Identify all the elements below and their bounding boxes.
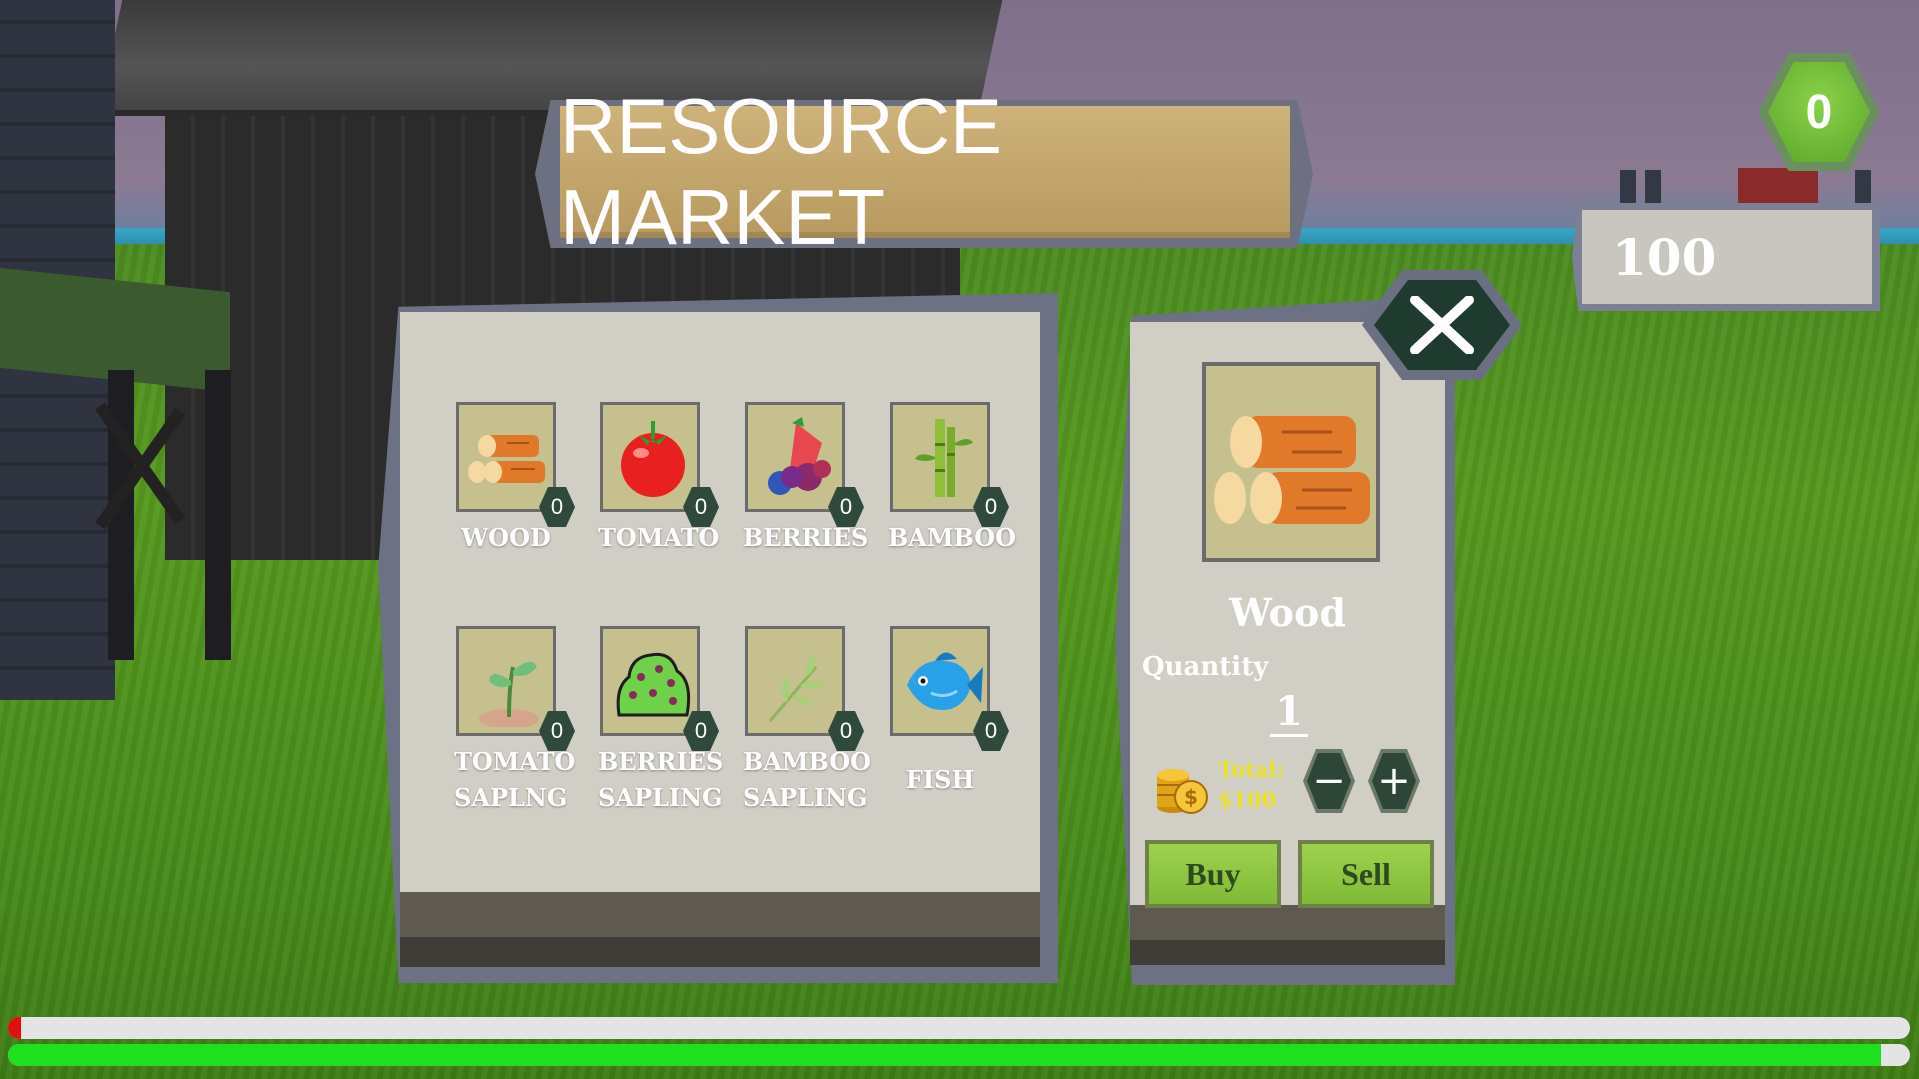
total-price: Total: $100 (1218, 757, 1285, 812)
item-tile[interactable]: 0 (600, 626, 719, 751)
page-title: RESOURCE MARKET (560, 82, 1003, 261)
fish-icon (907, 652, 983, 710)
item-label: BAMBOO SAPLING (743, 747, 872, 812)
plus-icon: + (1372, 753, 1416, 809)
panel-base-shadow (400, 937, 1040, 967)
top-progress-bar (8, 1017, 1910, 1039)
quantity-value[interactable]: 1 (1270, 690, 1308, 737)
item-tomato-sapling[interactable]: 0 TOMATO SAPLNG (454, 626, 576, 816)
item-tile[interactable]: 0 (600, 402, 719, 527)
bottom-progress-fill (8, 1044, 1882, 1066)
distant-building (1738, 168, 1818, 206)
item-label: BERRIES SAPLING (598, 747, 724, 812)
bamboo-icon (915, 419, 973, 497)
item-label: WOOD (461, 523, 551, 552)
tomato-sapling-icon (479, 661, 539, 727)
minus-icon: − (1307, 753, 1351, 809)
coins-icon: $ (1157, 769, 1208, 814)
bamboo-sapling-icon (768, 655, 824, 722)
wood-icon (468, 435, 545, 483)
item-label: FISH (905, 765, 975, 794)
berries-icon (768, 417, 831, 495)
item-tile[interactable]: 0 (456, 626, 575, 751)
item-bamboo[interactable]: 0 BAMBOO (888, 402, 1017, 556)
item-tile[interactable]: 0 (890, 626, 1009, 751)
tomato-icon (621, 421, 685, 497)
berries-sapling-icon (616, 652, 691, 717)
money-display: 100 (1582, 210, 1872, 304)
sell-button[interactable]: Sell (1298, 840, 1434, 908)
bottom-progress-bar (8, 1044, 1910, 1066)
title-banner: RESOURCE MARKET (560, 82, 1290, 261)
buy-button[interactable]: Buy (1145, 840, 1281, 908)
wood-icon (1214, 416, 1370, 524)
item-tile[interactable]: 0 (890, 402, 1009, 527)
item-tile[interactable]: 0 (745, 626, 864, 751)
item-label: TOMATO SAPLNG (454, 747, 576, 812)
detail-panel-base (1130, 905, 1445, 945)
selected-item-image (1202, 362, 1380, 562)
item-wood[interactable]: 0 WOOD (454, 402, 575, 556)
item-bamboo-sapling[interactable]: 0 BAMBOO SAPLING (743, 626, 872, 816)
item-berries-sapling[interactable]: 0 BERRIES SAPLING (598, 626, 724, 816)
close-icon (1410, 296, 1474, 354)
detail-panel-base-shadow (1130, 940, 1445, 965)
item-label: TOMATO (598, 523, 720, 552)
panel-base (400, 892, 1040, 942)
item-tile[interactable]: 0 (456, 402, 575, 527)
item-tile[interactable]: 0 (745, 402, 864, 527)
item-tomato[interactable]: 0 TOMATO (598, 402, 720, 556)
svg-text:$: $ (1184, 785, 1198, 809)
quantity-label: Quantity (1142, 652, 1269, 682)
item-label: BERRIES (743, 523, 869, 552)
item-berries[interactable]: 0 BERRIES (743, 402, 869, 556)
item-fish[interactable]: 0 FISH (888, 626, 1009, 798)
selected-item-name: Wood (1229, 590, 1346, 635)
shed-post (205, 370, 231, 660)
item-label: BAMBOO (888, 523, 1017, 552)
